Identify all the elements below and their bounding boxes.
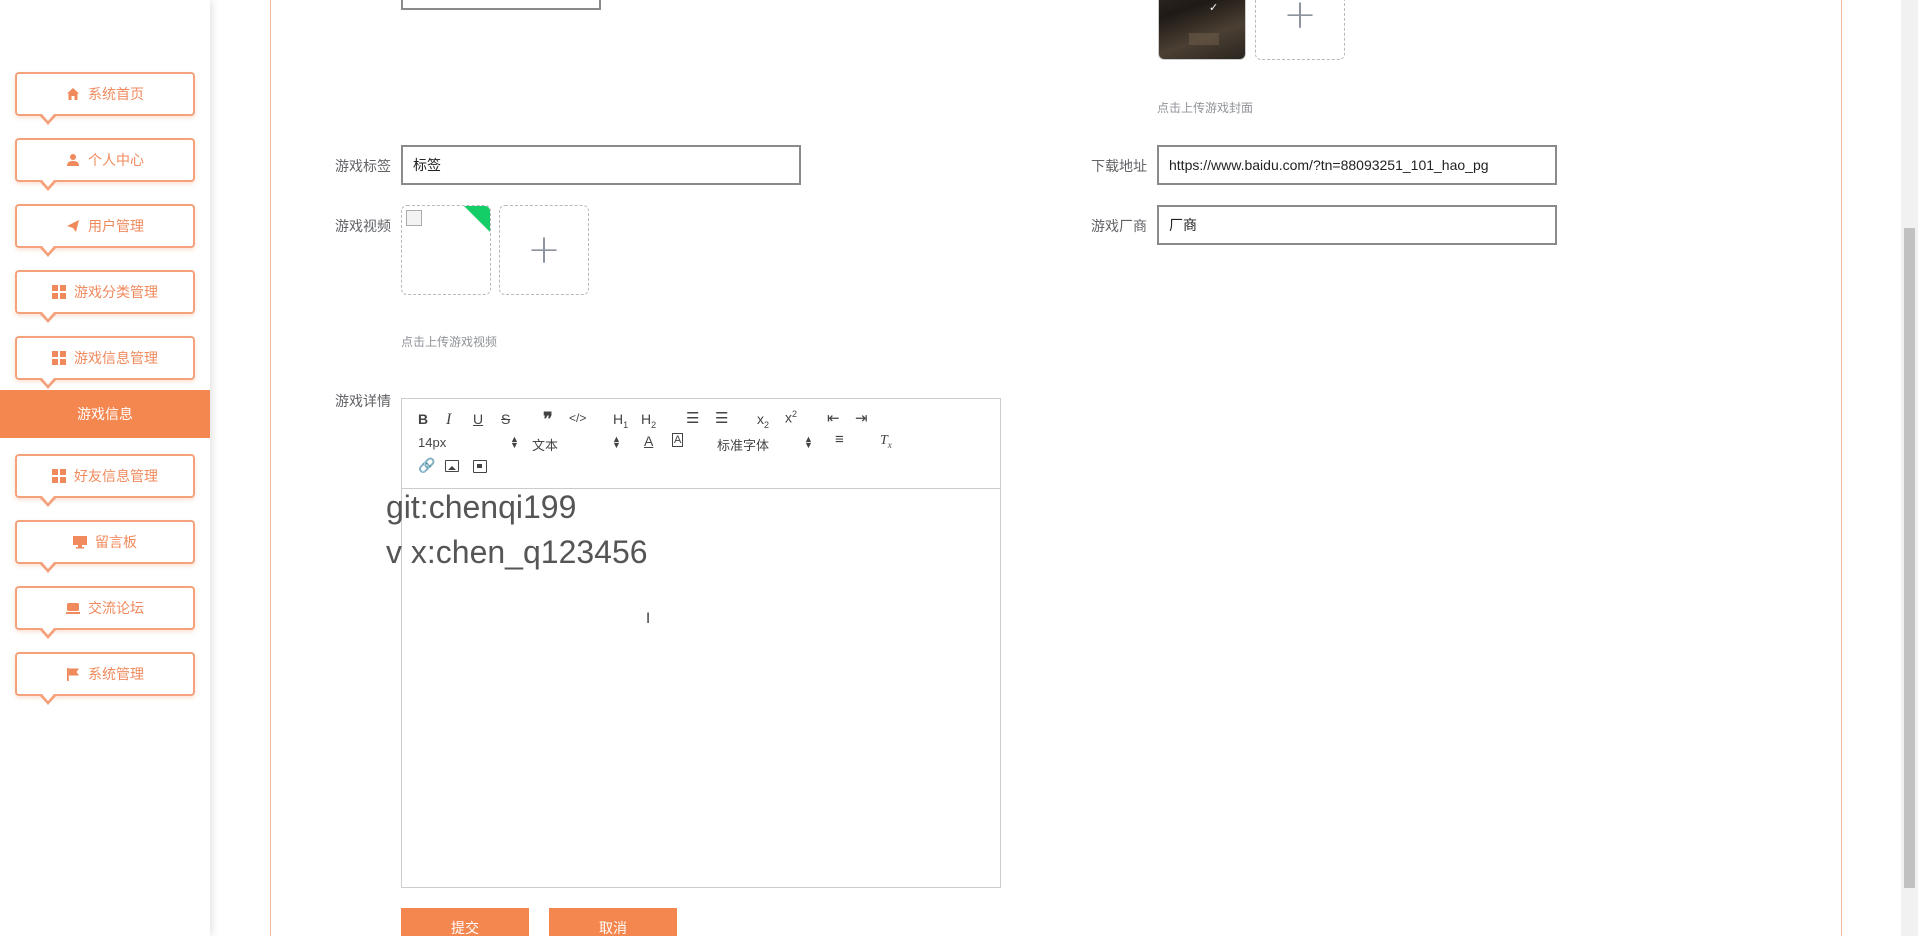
editor-toolbar: B I U S ❞ </> H1 H2 ☰ ☰ x2 x2 ⇤ ⇥ 14px ▲… xyxy=(402,399,1000,489)
font-family-select[interactable]: 标准字体 ▲ ▼ xyxy=(717,434,817,454)
sidebar-subitem-label: 游戏信息 xyxy=(77,407,133,423)
strike-button[interactable]: S xyxy=(501,411,510,427)
sidebar-item-label: 游戏分类管理 xyxy=(74,285,158,301)
sidebar-item-label: 个人中心 xyxy=(88,153,144,169)
sidebar-item-label: 交流论坛 xyxy=(88,601,144,617)
video-upload-hint: 点击上传游戏视频 xyxy=(401,335,498,349)
sidebar-item-label: 好友信息管理 xyxy=(74,469,158,485)
select-arrows-icon: ▲ ▼ xyxy=(612,434,621,450)
monitor-icon xyxy=(73,535,87,549)
plus-icon: + xyxy=(527,227,561,273)
blockquote-icon[interactable]: ❞ xyxy=(543,409,553,430)
h2-button[interactable]: H2 xyxy=(641,411,656,430)
editor-content[interactable]: git:chenqi199 v x:chen_q123456 xyxy=(386,485,648,575)
page-scrollbar[interactable] xyxy=(1901,0,1918,936)
sidebar-item-game-info[interactable]: 游戏信息管理 xyxy=(15,336,195,389)
sidebar-item-label: 留言板 xyxy=(95,535,137,551)
sidebar: 系统首页 个人中心 用户管理 游戏分类管理 游戏信息管理 游戏信息 好友信息管理… xyxy=(0,0,210,936)
video-icon[interactable] xyxy=(473,460,487,473)
sidebar-subitem-game-info[interactable]: 游戏信息 xyxy=(0,390,210,438)
header-value: 文本 xyxy=(532,438,559,453)
content-line: git:chenqi199 xyxy=(386,489,577,525)
home-icon xyxy=(66,87,80,101)
align-left-icon[interactable]: ≡ xyxy=(835,431,844,448)
sidebar-item-friends[interactable]: 好友信息管理 xyxy=(15,454,195,507)
cover-art xyxy=(1189,33,1219,45)
submit-button[interactable]: 提交 xyxy=(401,908,529,936)
sidebar-item-system[interactable]: 系统管理 xyxy=(15,652,195,705)
font-color-button[interactable]: A xyxy=(644,433,653,449)
sidebar-item-home[interactable]: 系统首页 xyxy=(15,72,195,125)
grid-icon xyxy=(52,469,66,483)
detail-label: 游戏详情 xyxy=(335,394,391,410)
select-arrows-icon: ▲ ▼ xyxy=(510,434,519,450)
outdent-icon[interactable]: ⇤ xyxy=(827,409,840,427)
italic-button[interactable]: I xyxy=(446,411,451,429)
link-icon[interactable]: 🔗 xyxy=(418,457,435,474)
download-url-input[interactable] xyxy=(1157,145,1557,185)
sidebar-item-label: 系统首页 xyxy=(88,87,144,103)
header-select[interactable]: 文本 ▲ ▼ xyxy=(532,434,621,454)
subscript-button[interactable]: x2 xyxy=(757,411,769,430)
content-line: v x:chen_q123456 xyxy=(386,534,648,570)
font-size-select[interactable]: 14px ▲ ▼ xyxy=(418,435,519,453)
ordered-list-icon[interactable]: ☰ xyxy=(686,409,699,427)
app-window: 系统首页 个人中心 用户管理 游戏分类管理 游戏信息管理 游戏信息 好友信息管理… xyxy=(0,0,1918,936)
text-cursor-icon: I xyxy=(646,611,651,627)
flag-icon xyxy=(66,667,80,681)
grid-icon xyxy=(52,351,66,365)
tag-input[interactable] xyxy=(401,145,801,185)
sidebar-item-label: 系统管理 xyxy=(88,667,144,683)
user-icon xyxy=(66,153,80,167)
cover-check-icon: ✓ xyxy=(1209,1,1219,14)
font-family-value: 标准字体 xyxy=(717,438,770,453)
grid-icon xyxy=(52,285,66,299)
video-thumbnail[interactable] xyxy=(401,205,491,295)
select-arrows-icon: ▲ ▼ xyxy=(804,434,813,450)
bullet-list-icon[interactable]: ☰ xyxy=(715,409,728,427)
plus-icon: + xyxy=(1283,0,1317,38)
previous-field-input[interactable] xyxy=(401,0,601,10)
scrollbar-thumb[interactable] xyxy=(1904,228,1915,888)
download-label: 下载地址 xyxy=(1091,159,1147,175)
sidebar-item-messages[interactable]: 留言板 xyxy=(15,520,195,573)
cancel-button[interactable]: 取消 xyxy=(549,908,677,936)
superscript-button[interactable]: x2 xyxy=(785,409,797,426)
cover-upload-button[interactable]: + xyxy=(1255,0,1345,60)
send-icon xyxy=(66,219,80,233)
font-size-value: 14px xyxy=(418,435,447,450)
cover-thumbnail[interactable]: ✓ xyxy=(1158,0,1246,60)
image-icon[interactable] xyxy=(445,460,459,472)
success-corner-badge xyxy=(463,206,490,233)
code-block-icon[interactable]: </> xyxy=(569,411,586,425)
sidebar-item-profile[interactable]: 个人中心 xyxy=(15,138,195,191)
rich-text-editor: B I U S ❞ </> H1 H2 ☰ ☰ x2 x2 ⇤ ⇥ 14px ▲… xyxy=(386,398,1001,888)
clear-format-icon[interactable]: Tx xyxy=(880,433,892,450)
video-label: 游戏视频 xyxy=(335,219,391,235)
vendor-input[interactable] xyxy=(1157,205,1557,245)
tag-label: 游戏标签 xyxy=(335,159,391,175)
bold-button[interactable]: B xyxy=(418,411,428,427)
indent-icon[interactable]: ⇥ xyxy=(855,409,868,427)
sidebar-item-users[interactable]: 用户管理 xyxy=(15,204,195,257)
sidebar-item-game-category[interactable]: 游戏分类管理 xyxy=(15,270,195,323)
background-color-button[interactable]: A xyxy=(672,433,684,447)
sidebar-item-label: 用户管理 xyxy=(88,219,144,235)
sidebar-item-label: 游戏信息管理 xyxy=(74,351,158,367)
h1-button[interactable]: H1 xyxy=(613,411,628,430)
video-upload-button[interactable]: + xyxy=(499,205,589,295)
broken-image-icon xyxy=(406,210,422,226)
vendor-label: 游戏厂商 xyxy=(1091,219,1147,235)
sidebar-item-forum[interactable]: 交流论坛 xyxy=(15,586,195,639)
cover-upload-hint: 点击上传游戏封面 xyxy=(1157,101,1254,115)
chat-icon xyxy=(66,601,80,615)
underline-button[interactable]: U xyxy=(473,411,483,427)
